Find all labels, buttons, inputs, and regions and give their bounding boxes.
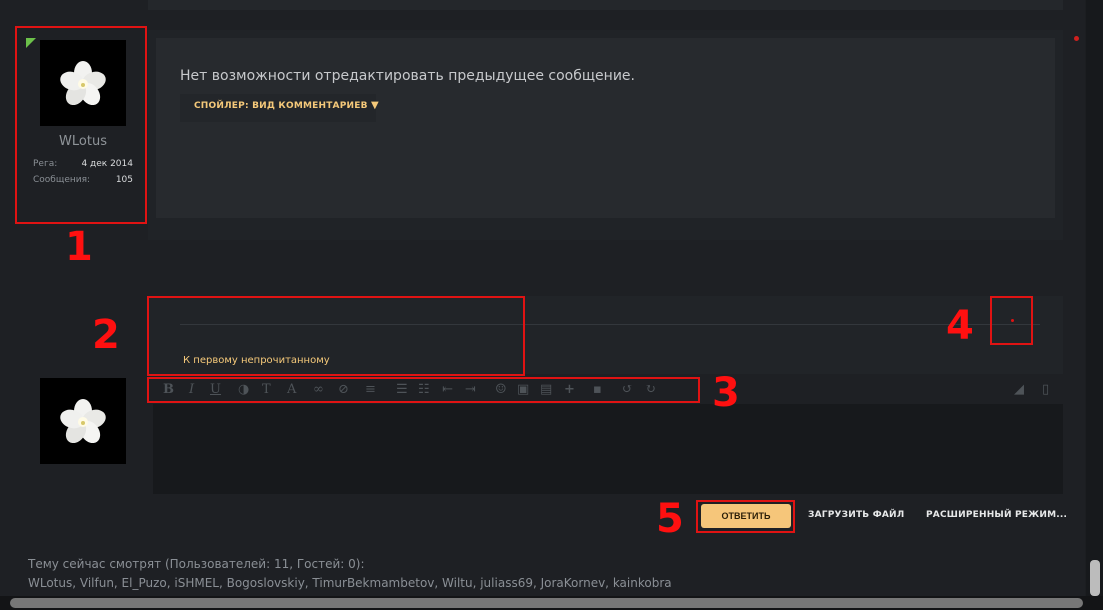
annotation-box-5: [696, 500, 795, 533]
reply-textarea[interactable]: [153, 404, 1063, 494]
previous-post-bottom: [148, 0, 1063, 10]
source-icon[interactable]: ▯: [1042, 382, 1049, 397]
annotation-dot: [1011, 319, 1014, 322]
flower-icon: [60, 399, 106, 444]
vertical-scrollbar[interactable]: [1086, 0, 1103, 596]
spoiler-label[interactable]: СПОЙЛЕР: ВИД КОММЕНТАРИЕВ ▼: [194, 100, 379, 111]
horizontal-scroll-thumb[interactable]: [10, 598, 1083, 608]
reply-avatar: [40, 378, 126, 464]
vertical-scroll-thumb[interactable]: [1090, 560, 1100, 596]
post-message: Нет возможности отредактировать предыдущ…: [180, 68, 635, 84]
upload-file-button[interactable]: ЗАГРУЗИТЬ ФАЙЛ: [808, 510, 904, 520]
annotation-number-5: 5: [656, 496, 684, 542]
annotation-number-1: 1: [65, 224, 93, 270]
notification-dot: [1074, 36, 1079, 41]
advanced-mode-button[interactable]: РАСШИРЕННЫЙ РЕЖИМ...: [926, 510, 1067, 520]
annotation-box-2: [147, 296, 525, 376]
annotation-box-3: [147, 377, 700, 403]
viewers-title: Тему сейчас смотрят (Пользователей: 11, …: [28, 557, 365, 571]
annotation-number-3: 3: [712, 370, 740, 416]
annotation-number-4: 4: [946, 303, 974, 349]
viewers-list: WLotus, Vilfun, El_Puzo, iSHMEL, Bogoslo…: [28, 576, 672, 590]
eraser-icon[interactable]: ◢: [1014, 382, 1024, 397]
annotation-number-2: 2: [92, 312, 120, 358]
post-body: [156, 38, 1055, 218]
caret-down-icon: ▼: [371, 100, 379, 111]
annotation-box-1: [15, 26, 147, 224]
